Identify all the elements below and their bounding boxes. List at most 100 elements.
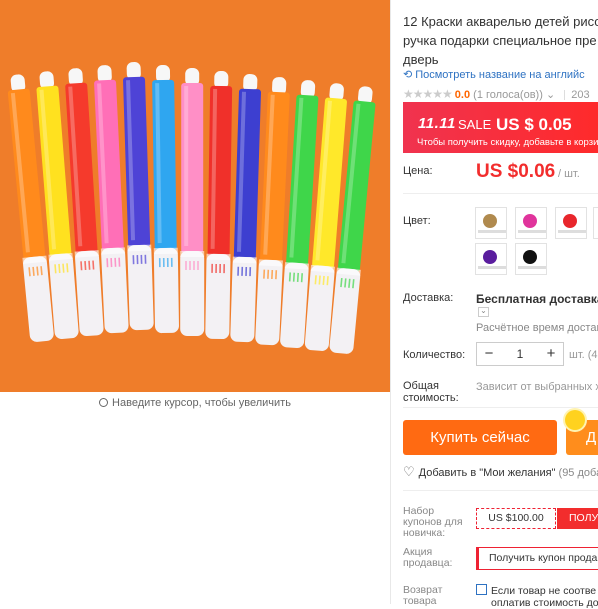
coupon-label: Набор купонов для новичка:: [403, 505, 463, 539]
swatch-caption: [518, 230, 546, 233]
chevron-down-icon[interactable]: ⌄: [478, 307, 489, 317]
quantity-decrease-button[interactable]: −: [477, 343, 501, 365]
marker-pen: [180, 68, 205, 336]
wishlist-link[interactable]: ♡ Добавить в "Мои желания" (95 доба: [403, 464, 598, 480]
title-line: ручка подарки специальное пре: [403, 33, 597, 48]
marker-cap-rib: [245, 266, 248, 277]
price-unit: / шт.: [558, 168, 580, 180]
marker-cap-rib: [158, 258, 161, 268]
color-swatch-more[interactable]: [593, 207, 598, 239]
total-value: Зависит от выбранных х: [476, 381, 598, 393]
divider: [403, 407, 598, 408]
marker-cap-rib: [197, 261, 199, 270]
title-line: 12 Краски акварелью детей рисо: [403, 14, 598, 29]
marker-cap-rim: [127, 244, 152, 252]
marker-cap-rib: [189, 261, 191, 270]
color-swatch-purple[interactable]: [475, 243, 507, 275]
color-swatch-red[interactable]: [555, 207, 587, 239]
color-swatch-brown[interactable]: [475, 207, 507, 239]
color-label: Цвет:: [403, 215, 431, 227]
sale-note: Чтобы получить скидку, добавьте в корзин…: [417, 137, 598, 148]
marker-cap: [180, 251, 205, 336]
marker-cap-rib: [193, 261, 195, 270]
marker-cap-rib: [211, 263, 213, 273]
swatch-color: [483, 250, 497, 264]
price-label: Цена:: [403, 165, 433, 177]
marker-cap-rim: [258, 259, 283, 267]
marker-cap-rim: [180, 251, 205, 257]
marker-pen: [205, 70, 233, 340]
color-swatch-magenta[interactable]: [515, 207, 547, 239]
sale-banner: 11.11 SALE US $ 0.05 Чтобы получить скид…: [403, 102, 598, 153]
orders-count: 203: [571, 89, 590, 101]
quantity-unit: шт. (4: [569, 349, 598, 361]
rating-score: 0.0: [454, 89, 471, 101]
divider: [564, 90, 566, 101]
zoom-hint: Наведите курсор, чтобы увеличить: [0, 397, 390, 409]
marker-pen: [152, 65, 179, 334]
translate-icon: ⟲: [403, 69, 413, 81]
seller-coupon-button[interactable]: Получить купон прода: [476, 547, 598, 570]
promo-badge-icon: [565, 410, 585, 430]
marker-cap-rim: [100, 247, 126, 255]
marker-highlight: [184, 86, 189, 246]
marker-cap-rib: [140, 254, 143, 264]
quantity-input[interactable]: 1: [501, 343, 539, 365]
get-coupon-button[interactable]: ПОЛУ: [557, 508, 598, 529]
returns-info: Если товар не соотве оплатив стоимость д…: [476, 584, 598, 609]
marker-cap: [23, 256, 54, 342]
shipping-estimate: Расчётное время достав: [476, 322, 598, 334]
rating-stars-icon: ★★★★★: [403, 87, 453, 101]
buy-now-button[interactable]: Купить сейчас: [403, 420, 557, 455]
price-amount: US $0.06: [476, 161, 556, 182]
title-line: дверь: [403, 52, 439, 67]
marker-cap: [153, 247, 179, 334]
heart-icon: ♡: [403, 464, 415, 479]
swatch-caption: [558, 230, 586, 233]
magnifier-icon: [99, 398, 109, 407]
marker-cap-rib: [219, 264, 221, 274]
markers-illustration: [7, 62, 376, 354]
marker-cap-rib: [223, 264, 225, 274]
swatch-caption: [478, 266, 506, 269]
divider: [403, 193, 598, 194]
marker-cap: [127, 244, 154, 331]
marker-cap-rib: [237, 266, 240, 276]
swatch-color: [523, 250, 537, 264]
marker-cap: [205, 253, 231, 340]
shipping-value[interactable]: Бесплатная доставка в: [476, 292, 598, 306]
product-title: 12 Краски акварелью детей рисо ручка под…: [403, 12, 598, 69]
marker-cap-rib: [144, 254, 147, 264]
quantity-increase-button[interactable]: +: [539, 343, 563, 365]
seller-promo-label: Акция продавца:: [403, 546, 453, 569]
marker-cap-rib: [132, 255, 135, 265]
marker-cap-rib: [185, 261, 187, 270]
marker-cap-rim: [206, 253, 231, 261]
coupon-amount: US $100.00: [476, 508, 556, 529]
marker-cap: [230, 256, 257, 343]
color-swatch-black[interactable]: [515, 243, 547, 275]
chevron-down-icon: ⌄: [545, 89, 556, 101]
marker-cap-rib: [166, 257, 169, 267]
column-divider: [390, 0, 391, 604]
marker-cap-rib: [241, 266, 244, 276]
divider: [403, 490, 598, 491]
marker-cap-rim: [153, 247, 178, 255]
product-image[interactable]: [0, 0, 390, 392]
sale-price: US $ 0.05: [496, 115, 572, 134]
rating-votes[interactable]: (1 голоса(ов)) ⌄: [473, 89, 555, 101]
swatch-color: [523, 214, 537, 228]
marker-cap-rib: [170, 257, 173, 267]
wishlist-count: (95 доба: [558, 467, 598, 479]
translate-link[interactable]: ⟲ Посмотреть название на английс: [403, 68, 585, 81]
quantity-stepper: − 1 +: [476, 342, 564, 366]
swatch-color: [483, 214, 497, 228]
total-label: Общая стоимость:: [403, 380, 459, 404]
swatch-color: [563, 214, 577, 228]
sale-word: SALE: [458, 117, 492, 132]
marker-cap-rib: [249, 267, 252, 277]
sale-event-tag: 11.11: [418, 115, 456, 132]
quantity-label: Количество:: [403, 349, 466, 361]
shipping-label: Доставка:: [403, 292, 454, 304]
swatch-caption: [518, 266, 546, 269]
